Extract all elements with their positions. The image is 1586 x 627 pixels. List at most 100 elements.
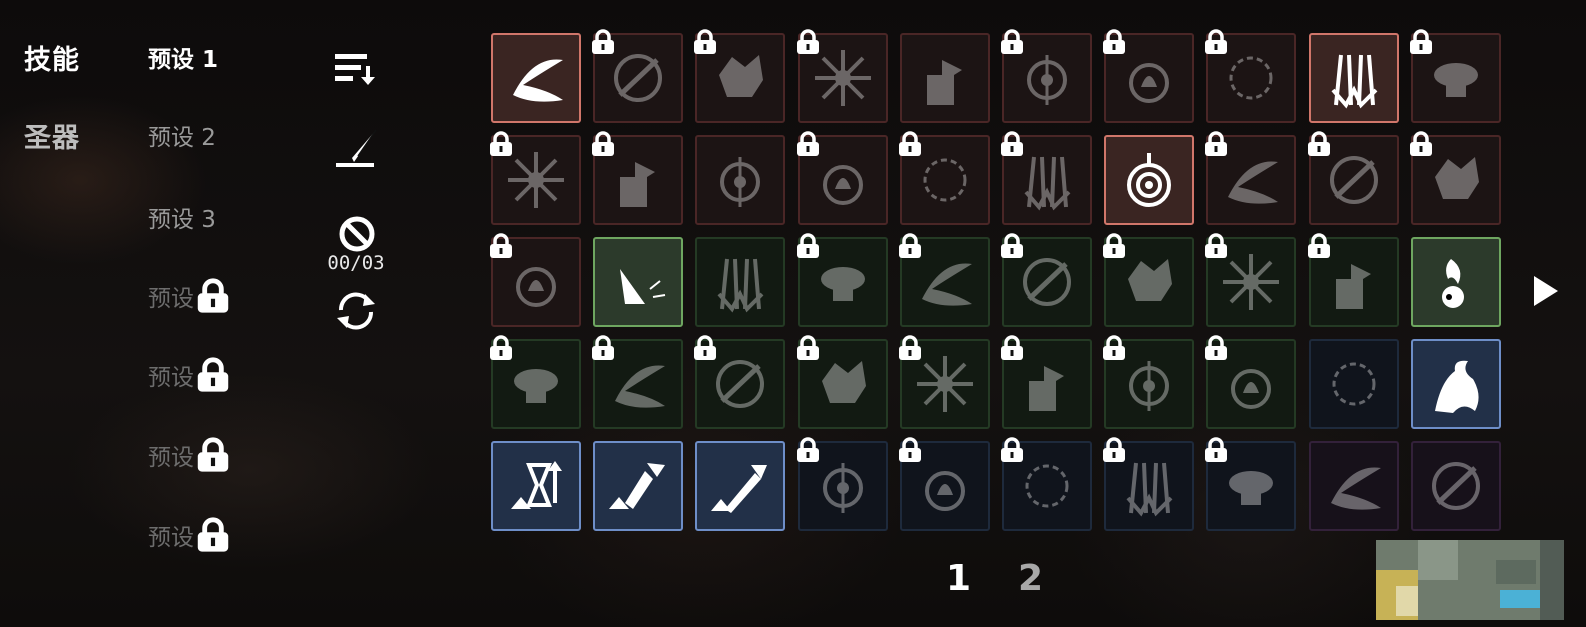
skill-slot[interactable]	[1103, 233, 1195, 327]
preset-2[interactable]: 预设 2	[148, 118, 216, 152]
skill-slot[interactable]	[1103, 335, 1195, 429]
preset-4[interactable]: 预设	[148, 278, 230, 314]
preset-label: 预设	[148, 525, 194, 551]
skill-slot[interactable]	[796, 131, 888, 225]
lock-icon	[1102, 437, 1126, 463]
skill-slot[interactable]	[1308, 33, 1399, 123]
skill-slot[interactable]	[491, 33, 581, 123]
skill-slot[interactable]	[1308, 441, 1399, 531]
category-tab-1[interactable]: 圣器	[24, 116, 80, 155]
skill-slot[interactable]	[796, 233, 888, 327]
skill-slot[interactable]	[1205, 335, 1297, 429]
skill-slot[interactable]	[1001, 131, 1092, 225]
lock-icon	[1102, 233, 1126, 259]
lock-icon	[796, 131, 820, 157]
preset-7[interactable]: 预设	[148, 517, 230, 553]
skill-slot[interactable]	[796, 437, 888, 531]
lock-icon	[1204, 335, 1228, 361]
skill-slot[interactable]	[592, 131, 684, 225]
skill-slot[interactable]	[898, 335, 990, 429]
skill-slot[interactable]	[1103, 437, 1195, 531]
lock-icon	[1204, 437, 1228, 463]
lock-icon	[196, 278, 230, 314]
page-1-button[interactable]: 1	[946, 558, 971, 599]
skill-slot[interactable]	[898, 233, 990, 327]
lock-icon	[1307, 233, 1331, 259]
sort-descending-icon[interactable]	[335, 52, 379, 88]
preset-3[interactable]: 预设 3	[148, 200, 216, 234]
skill-icon	[1441, 259, 1464, 308]
skill-slot[interactable]	[592, 29, 684, 123]
skill-slot[interactable]	[593, 441, 684, 531]
lock-icon	[1000, 437, 1024, 463]
prohibited-icon[interactable]	[337, 214, 377, 254]
skill-icon	[1332, 362, 1376, 406]
skill-slot[interactable]	[695, 441, 786, 531]
lock-icon	[796, 29, 820, 55]
lock-icon	[796, 335, 820, 361]
skill-slot[interactable]	[490, 131, 581, 225]
skill-slot[interactable]	[592, 335, 684, 429]
skill-icon	[717, 258, 764, 313]
skill-slot[interactable]	[898, 131, 990, 225]
selection-counter: 00/03	[327, 252, 385, 274]
skill-slot[interactable]	[1307, 131, 1399, 225]
skill-slot[interactable]	[796, 29, 888, 123]
lock-icon	[1000, 29, 1024, 55]
category-tab-0[interactable]: 技能	[24, 38, 80, 77]
skill-slot[interactable]	[695, 135, 786, 225]
skill-slot[interactable]	[1410, 237, 1501, 327]
lock-icon	[796, 233, 820, 259]
skill-slot[interactable]	[490, 233, 581, 327]
skill-slot[interactable]	[1308, 339, 1399, 429]
lock-icon	[489, 233, 513, 259]
skill-icon	[1127, 153, 1172, 207]
lock-icon	[591, 29, 615, 55]
skill-slot[interactable]	[1001, 437, 1092, 531]
page-2-button[interactable]: 2	[1018, 558, 1043, 599]
lock-icon	[196, 357, 230, 393]
preset-label: 预设	[148, 445, 194, 471]
refresh-cycle-icon[interactable]	[333, 290, 379, 332]
skill-slot[interactable]	[694, 335, 786, 429]
quill-pen-icon[interactable]	[336, 128, 380, 168]
skill-slot[interactable]	[1001, 335, 1092, 429]
skill-slot[interactable]	[796, 335, 888, 429]
lock-icon	[796, 437, 820, 463]
preset-5[interactable]: 预设	[148, 357, 230, 393]
lock-icon	[196, 437, 230, 473]
skill-slot[interactable]	[694, 29, 786, 123]
preset-1[interactable]: 预设 1	[148, 40, 218, 74]
skill-slot[interactable]	[695, 237, 786, 327]
lock-icon	[898, 335, 922, 361]
lock-icon	[1409, 131, 1433, 157]
skill-slot[interactable]	[1307, 233, 1399, 327]
skill-slot[interactable]	[1410, 441, 1501, 531]
skill-icon	[926, 60, 962, 105]
skill-slot[interactable]	[490, 335, 581, 429]
skill-slot[interactable]	[898, 437, 990, 531]
preset-label: 预设	[148, 286, 194, 312]
skill-slot[interactable]	[1410, 339, 1501, 429]
skill-slot[interactable]	[1205, 131, 1297, 225]
skill-slot[interactable]	[1104, 135, 1195, 225]
skill-slot[interactable]	[491, 441, 581, 531]
skill-slot[interactable]	[1409, 29, 1501, 123]
skill-slot[interactable]	[1205, 437, 1297, 531]
skill-icon	[609, 463, 666, 509]
skill-slot[interactable]	[1001, 29, 1092, 123]
skill-icon	[720, 157, 761, 207]
preset-6[interactable]: 预设	[148, 437, 230, 473]
skill-slot[interactable]	[1205, 29, 1297, 123]
skill-slot[interactable]	[1001, 233, 1092, 327]
skill-slot[interactable]	[593, 237, 684, 327]
skill-icon	[620, 269, 666, 304]
next-page-arrow-icon[interactable]	[1532, 274, 1560, 308]
preset-label: 预设 2	[148, 125, 216, 151]
skill-slot[interactable]	[899, 33, 990, 123]
skill-slot[interactable]	[1409, 131, 1501, 225]
skill-slot[interactable]	[1103, 29, 1195, 123]
skill-slot[interactable]	[1205, 233, 1297, 327]
minimap	[1376, 540, 1564, 620]
lock-icon	[1000, 131, 1024, 157]
